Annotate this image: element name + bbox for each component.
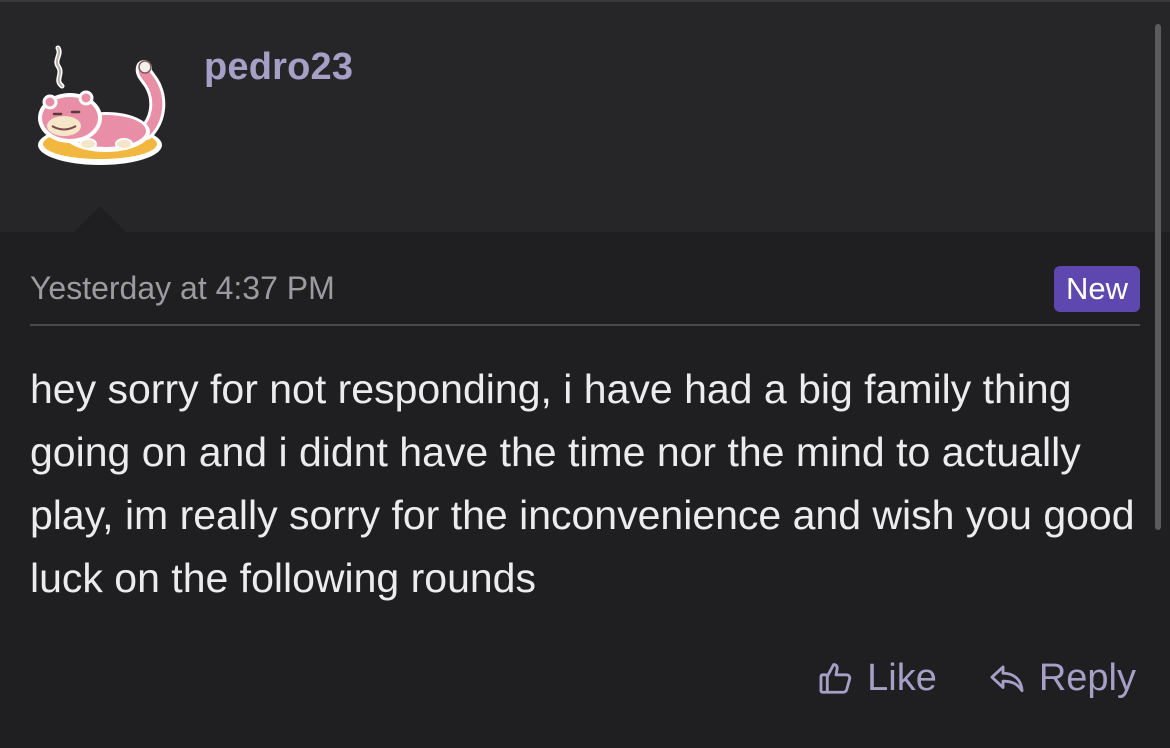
reply-arrow-icon: [990, 665, 1024, 693]
reply-button[interactable]: Reply: [987, 657, 1136, 700]
scrollbar[interactable]: [1155, 24, 1161, 530]
thumbs-up-icon: [819, 663, 852, 694]
post-header: pedro23: [0, 2, 1170, 234]
like-button[interactable]: Like: [817, 657, 937, 700]
post-meta: Yesterday at 4:37 PM New: [30, 266, 1140, 326]
message-post: pedro23 Yesterday at 4:37 PM New hey sor…: [0, 0, 1170, 748]
avatar[interactable]: [28, 40, 178, 172]
post-actions: Like Reply: [817, 650, 1136, 706]
speech-pointer: [72, 206, 128, 234]
post-timestamp[interactable]: Yesterday at 4:37 PM: [30, 270, 335, 307]
username[interactable]: pedro23: [204, 46, 353, 89]
post-message: hey sorry for not responding, i have had…: [30, 366, 1135, 601]
slowpoke-avatar-icon: [38, 45, 166, 165]
reply-label: Reply: [1038, 656, 1136, 699]
new-badge: New: [1053, 266, 1140, 312]
like-label: Like: [867, 656, 937, 699]
